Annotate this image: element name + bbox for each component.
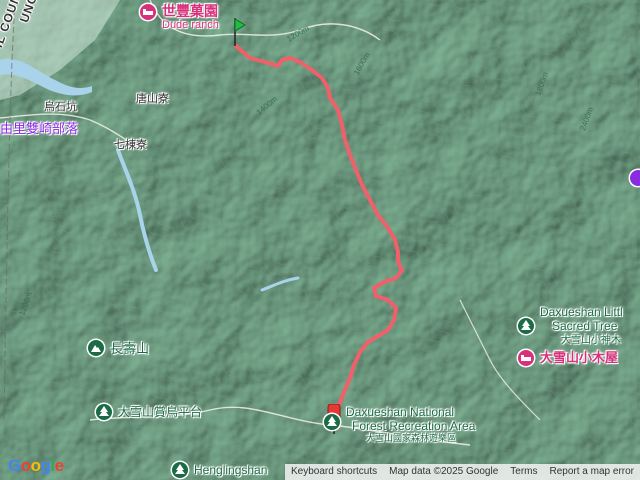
map-data-text: Map data ©2025 Google	[389, 466, 499, 477]
map-footer: Keyboard shortcuts Map data ©2025 Google…	[284, 464, 640, 480]
tree-icon[interactable]	[324, 414, 340, 430]
google-logo: Google	[8, 456, 64, 475]
wushikeng-label: 烏石坑	[44, 101, 77, 113]
shuangqi-label[interactable]: 由里雙崎部落	[0, 122, 78, 135]
hotel-icon[interactable]	[140, 4, 156, 20]
forest-area-zh-label: 大雪山國家森林遊樂區	[366, 433, 457, 443]
henglingshan-label[interactable]: Henglingshan	[194, 464, 267, 476]
changshou-label[interactable]: 長壽山	[110, 342, 149, 355]
shifeng-label[interactable]: 世豐菓園	[162, 4, 218, 18]
little-tree-label[interactable]: Daxueshan Littl	[540, 306, 623, 318]
tree-icon[interactable]	[96, 404, 112, 420]
qidongliao-label: 七棟寮	[114, 139, 147, 151]
tree-icon[interactable]	[172, 462, 188, 478]
bird-platform-label[interactable]: 大雪山賞鳥平台	[118, 406, 202, 418]
hotel-icon[interactable]	[518, 350, 534, 366]
attraction-icon[interactable]	[630, 170, 640, 186]
report-error-link[interactable]: Report a map error	[544, 464, 640, 480]
forest-area-label[interactable]: Daxueshan National	[346, 406, 454, 418]
shifeng-en-label: Dude ranch	[162, 19, 219, 31]
keyboard-shortcuts-link[interactable]: Keyboard shortcuts	[285, 464, 383, 480]
tangshan-label: 唐山寮	[136, 93, 169, 105]
start-flag-icon[interactable]	[228, 16, 246, 46]
cabin-label[interactable]: 大雪山小木屋	[540, 351, 618, 364]
mountain-icon[interactable]	[88, 340, 104, 356]
tree-icon[interactable]	[518, 318, 534, 334]
little-tree-zh-label: 大雪山小神木	[561, 335, 621, 346]
little-tree-label-2: Sacred Tree	[552, 319, 618, 333]
forest-area-label-2: Forest Recreation Area	[352, 419, 476, 433]
terms-link[interactable]: Terms	[504, 464, 543, 480]
